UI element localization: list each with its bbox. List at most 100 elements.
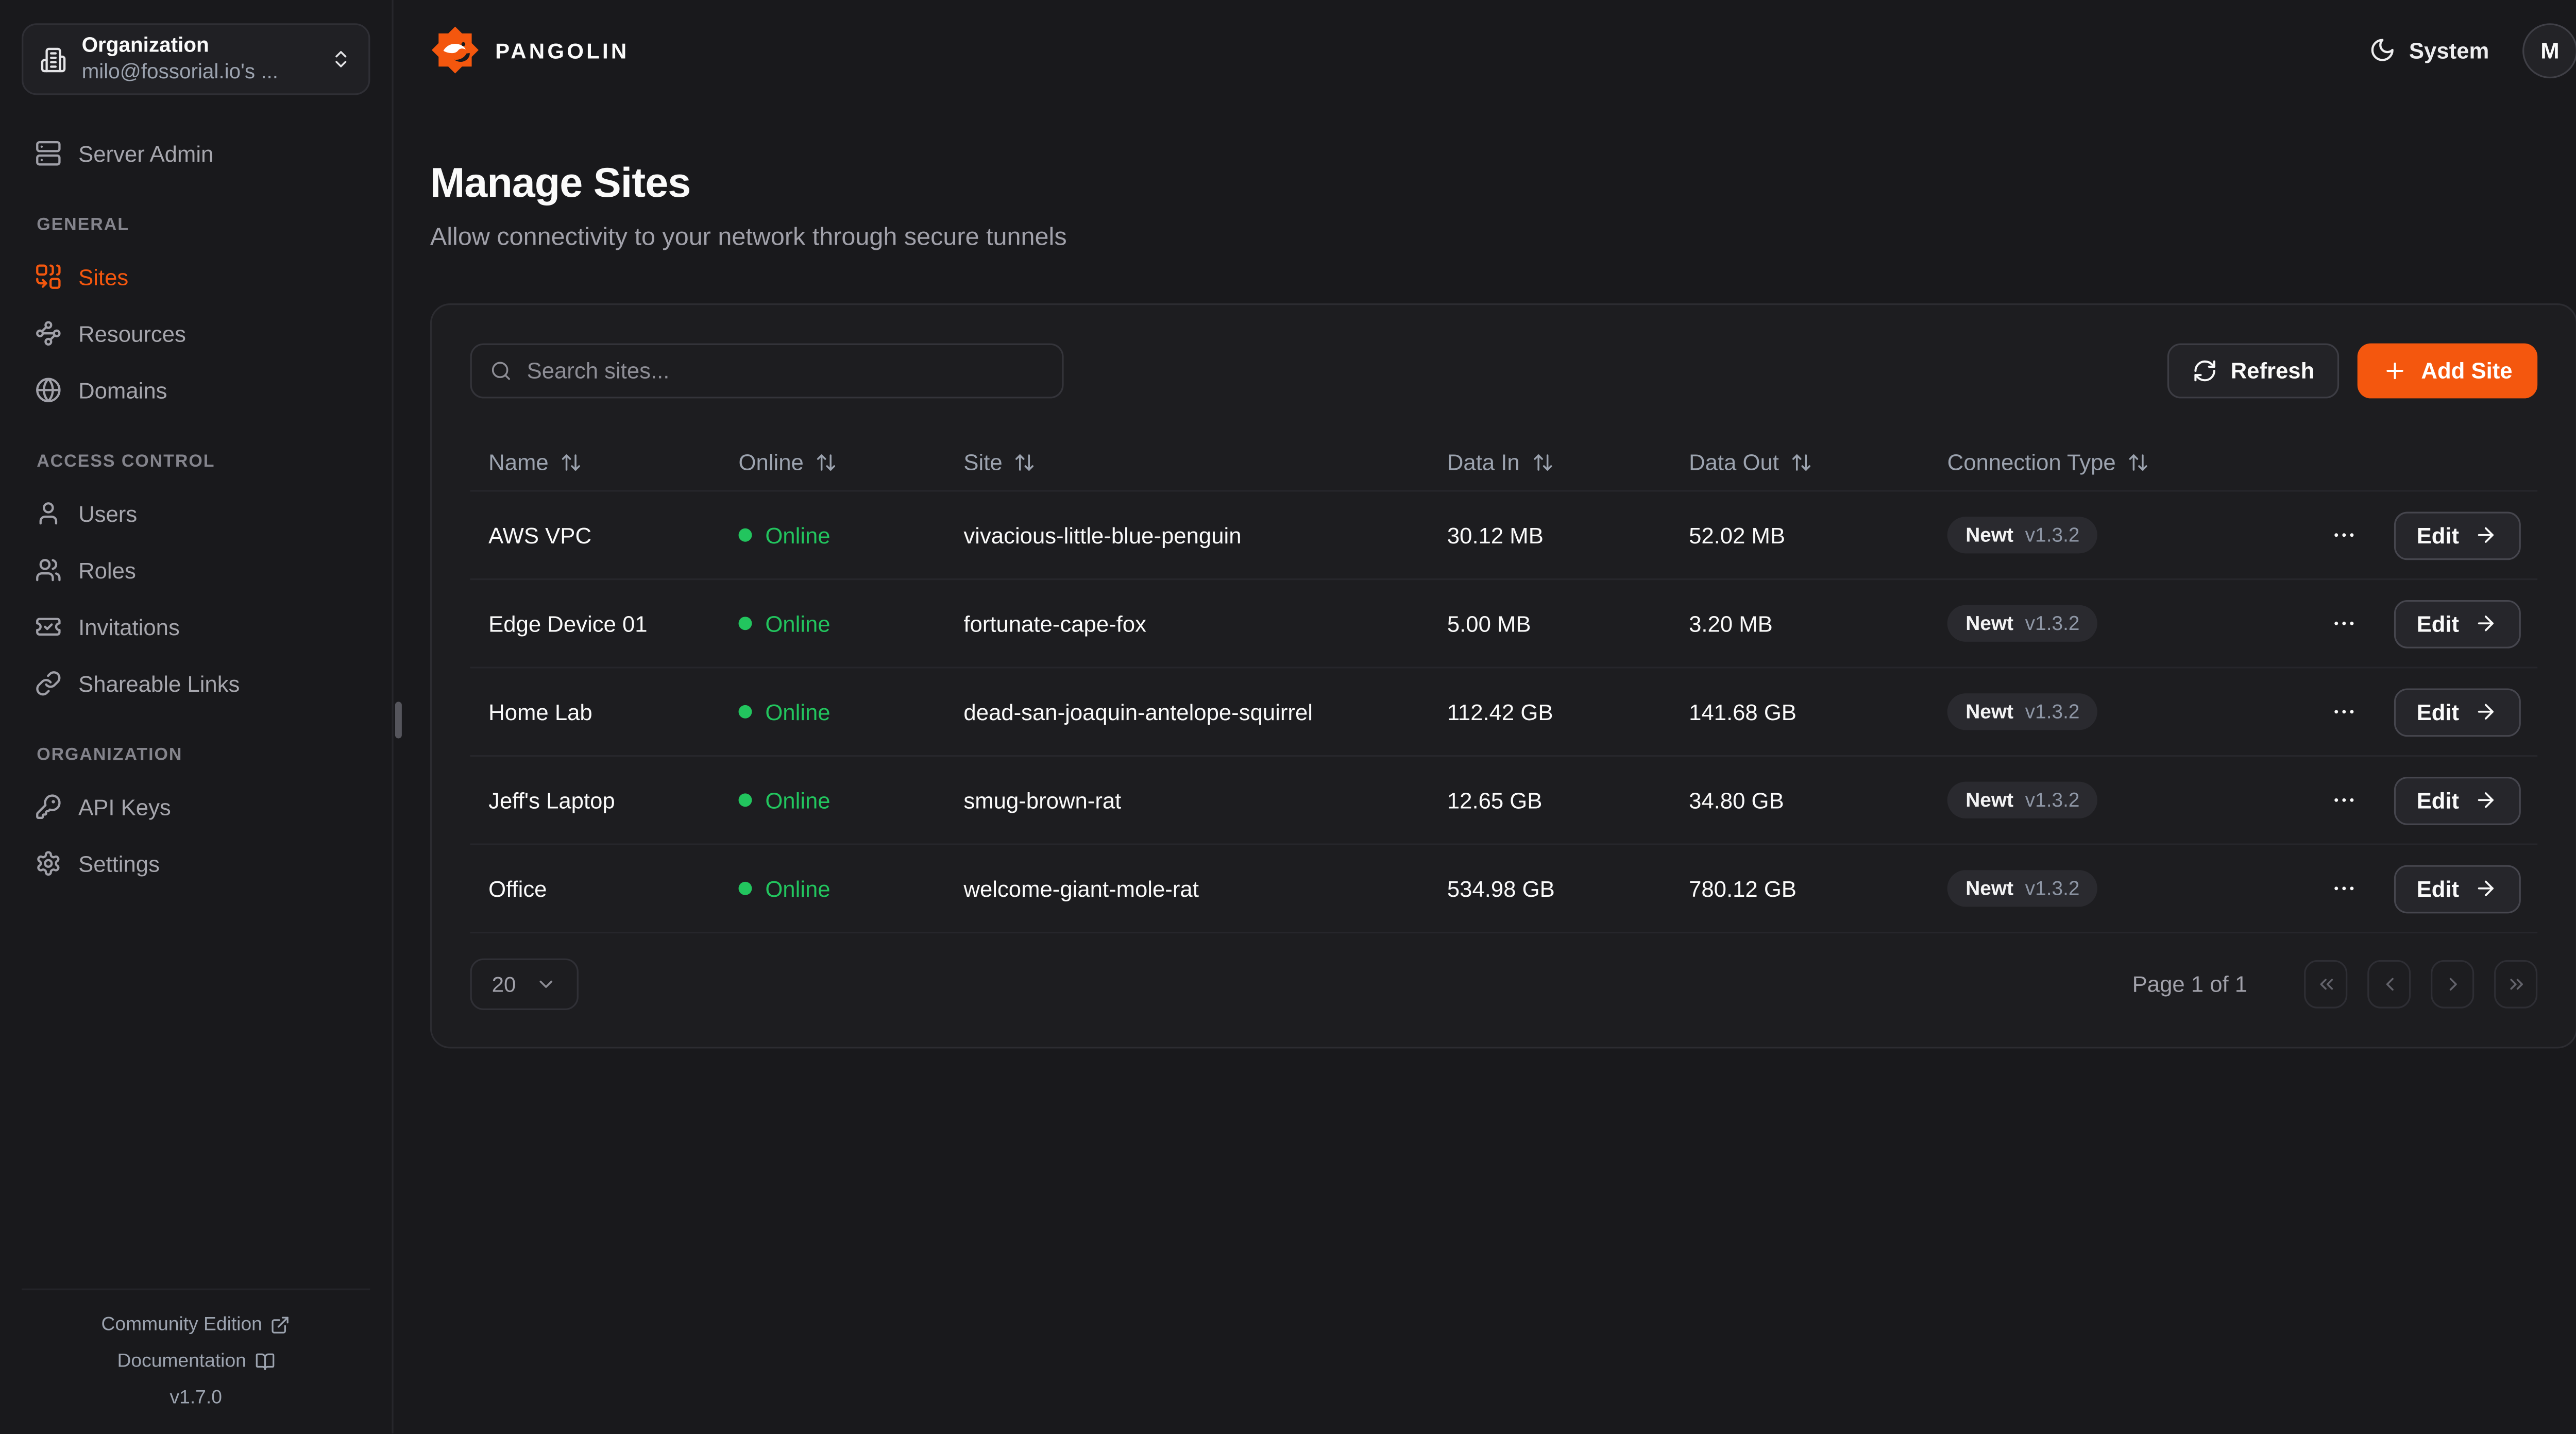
row-menu-button[interactable] <box>2330 787 2357 813</box>
arrow-right-icon <box>2474 523 2497 547</box>
status-badge: Online <box>765 876 830 901</box>
page-size-select[interactable]: 20 <box>470 959 580 1010</box>
cell-data-out: 3.20 MB <box>1670 611 1929 636</box>
theme-toggle-label: System <box>2409 38 2489 63</box>
sidebar-item-users[interactable]: Users <box>22 492 370 535</box>
next-page-button[interactable] <box>2431 960 2474 1009</box>
page-info: Page 1 of 1 <box>2132 972 2247 997</box>
cell-connection-type: Newtv1.3.2 <box>1929 517 2212 553</box>
brand[interactable]: PANGOLIN <box>430 25 630 75</box>
cell-name: Jeff's Laptop <box>470 788 720 813</box>
edit-button[interactable]: Edit <box>2393 511 2521 559</box>
status-badge: Online <box>765 522 830 548</box>
column-header-data-out[interactable]: Data Out <box>1670 450 1929 475</box>
documentation-link[interactable]: Documentation <box>117 1343 275 1380</box>
sort-icon <box>560 452 582 473</box>
sidebar-item-label: Sites <box>78 264 128 289</box>
sidebar-item-api-keys[interactable]: API Keys <box>22 785 370 828</box>
cell-connection-type: Newtv1.3.2 <box>1929 693 2212 730</box>
sidebar-item-domains[interactable]: Domains <box>22 368 370 412</box>
link-icon <box>35 670 62 697</box>
status-badge: Online <box>765 611 830 636</box>
table-row: Edge Device 01 Online fortunate-cape-fox… <box>470 580 2538 669</box>
row-menu-button[interactable] <box>2330 522 2357 549</box>
cell-data-out: 780.12 GB <box>1670 876 1929 901</box>
search-icon <box>490 360 512 382</box>
cell-data-out: 141.68 GB <box>1670 699 1929 725</box>
column-header-name[interactable]: Name <box>470 450 720 475</box>
theme-toggle-button[interactable]: System <box>2369 37 2489 63</box>
cell-site: vivacious-little-blue-penguin <box>945 522 1429 548</box>
edit-button[interactable]: Edit <box>2393 599 2521 647</box>
sidebar-item-roles[interactable]: Roles <box>22 549 370 592</box>
add-site-button[interactable]: Add Site <box>2358 344 2537 399</box>
sidebar-footer: Community Edition Documentation v1.7.0 <box>22 1288 370 1416</box>
last-page-button[interactable] <box>2494 960 2537 1009</box>
column-header-online[interactable]: Online <box>720 450 945 475</box>
chevrons-left-icon <box>2315 974 2336 995</box>
refresh-icon <box>2192 358 2217 384</box>
sort-icon <box>1531 452 1553 473</box>
ellipsis-icon <box>2330 610 2357 637</box>
connection-badge: Newtv1.3.2 <box>1947 693 2098 730</box>
cell-data-in: 534.98 GB <box>1429 876 1670 901</box>
cell-data-in: 5.00 MB <box>1429 611 1670 636</box>
edit-button[interactable]: Edit <box>2393 688 2521 736</box>
sidebar-item-invitations[interactable]: Invitations <box>22 605 370 648</box>
edit-button[interactable]: Edit <box>2393 776 2521 824</box>
sidebar-item-shareable-links[interactable]: Shareable Links <box>22 662 370 705</box>
first-page-button[interactable] <box>2304 960 2347 1009</box>
sidebar-item-label: Roles <box>78 557 136 583</box>
connection-badge: Newtv1.3.2 <box>1947 517 2098 553</box>
row-menu-button[interactable] <box>2330 875 2357 902</box>
column-header-data-in[interactable]: Data In <box>1429 450 1670 475</box>
cell-name: AWS VPC <box>470 522 720 548</box>
cell-site: dead-san-joaquin-antelope-squirrel <box>945 699 1429 725</box>
cell-name: Edge Device 01 <box>470 611 720 636</box>
chevrons-right-icon <box>2505 974 2527 995</box>
edit-button[interactable]: Edit <box>2393 864 2521 913</box>
cell-data-out: 52.02 MB <box>1670 522 1929 548</box>
sidebar-item-label: Server Admin <box>78 141 213 166</box>
sites-card: Refresh Add Site Name Online Site Data I… <box>430 303 2576 1048</box>
cell-online: Online <box>720 611 945 636</box>
connection-badge: Newtv1.3.2 <box>1947 605 2098 642</box>
sidebar-item-server-admin[interactable]: Server Admin <box>22 132 370 175</box>
sort-icon <box>816 452 837 473</box>
sidebar-item-sites[interactable]: Sites <box>22 255 370 298</box>
ellipsis-icon <box>2330 522 2357 549</box>
arrow-right-icon <box>2474 700 2497 723</box>
connection-badge: Newtv1.3.2 <box>1947 870 2098 907</box>
sidebar-item-label: Resources <box>78 321 186 346</box>
search-input[interactable] <box>527 358 1044 384</box>
previous-page-button[interactable] <box>2367 960 2411 1009</box>
section-label-organization: ORGANIZATION <box>22 745 370 765</box>
moon-icon <box>2369 37 2396 63</box>
org-selector[interactable]: Organization milo@fossorial.io's ... <box>22 23 370 95</box>
cell-online: Online <box>720 788 945 813</box>
sidebar-item-settings[interactable]: Settings <box>22 842 370 885</box>
table-row: AWS VPC Online vivacious-little-blue-pen… <box>470 492 2538 581</box>
column-header-site[interactable]: Site <box>945 450 1429 475</box>
user-icon <box>35 500 62 527</box>
ellipsis-icon <box>2330 787 2357 813</box>
cell-site: welcome-giant-mole-rat <box>945 876 1429 901</box>
version-label: v1.7.0 <box>22 1380 370 1416</box>
sidebar-item-label: Invitations <box>78 614 180 639</box>
building-icon <box>40 46 67 73</box>
pagination-bar: 20 Page 1 of 1 <box>470 959 2538 1010</box>
community-edition-link[interactable]: Community Edition <box>101 1307 291 1343</box>
sidebar-item-label: Domains <box>78 378 167 403</box>
row-menu-button[interactable] <box>2330 610 2357 637</box>
cell-online: Online <box>720 522 945 548</box>
sidebar-resize-handle[interactable] <box>395 702 402 738</box>
users-icon <box>35 557 62 584</box>
avatar[interactable]: M <box>2522 23 2576 78</box>
refresh-button[interactable]: Refresh <box>2167 344 2340 399</box>
cell-site: smug-brown-rat <box>945 788 1429 813</box>
cell-connection-type: Newtv1.3.2 <box>1929 782 2212 818</box>
sidebar-item-resources[interactable]: Resources <box>22 312 370 355</box>
online-dot <box>739 793 752 807</box>
row-menu-button[interactable] <box>2330 698 2357 725</box>
column-header-connection-type[interactable]: Connection Type <box>1929 450 2212 475</box>
